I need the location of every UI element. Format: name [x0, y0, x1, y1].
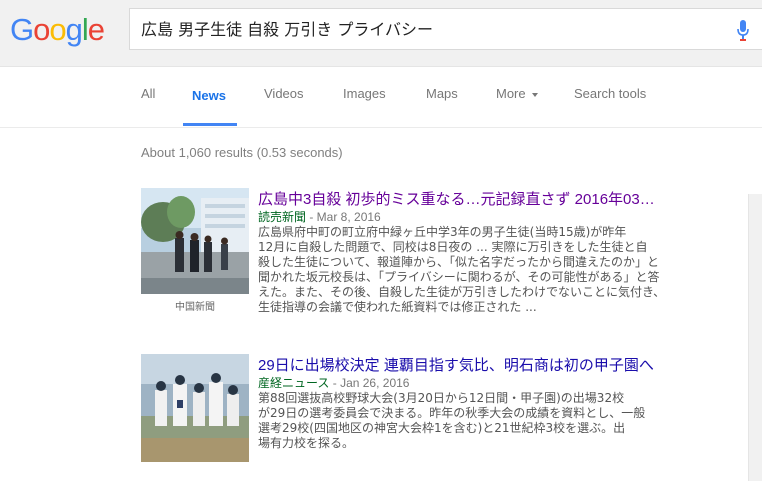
tab-more-label: More: [496, 86, 526, 101]
result-date: - Jan 26, 2016: [329, 376, 410, 390]
result-date: - Mar 8, 2016: [306, 210, 381, 224]
result-thumbnail[interactable]: [141, 354, 249, 462]
caret-down-icon: [531, 92, 538, 97]
thumbnail-image: [141, 354, 249, 462]
source-name: 読売新聞: [258, 210, 307, 224]
tab-images[interactable]: Images: [343, 86, 386, 101]
thumbnail-caption: 中国新聞: [175, 302, 215, 313]
result-snippet: 第88回選抜高校野球大会(3月20日から12日間・甲子園)の出場32校 が29日…: [258, 391, 646, 450]
search-input[interactable]: 広島 男子生徒 自殺 万引き プライバシー: [129, 8, 762, 50]
active-tab-indicator: [183, 123, 237, 126]
tab-more[interactable]: More: [496, 86, 538, 101]
search-header: Google 広島 男子生徒 自殺 万引き プライバシー: [0, 0, 762, 67]
result-title-link[interactable]: 広島中3自殺 初歩的ミス重なる…元記録直さず 2016年03…: [258, 188, 655, 209]
tab-videos[interactable]: Videos: [264, 86, 304, 101]
logo-letter: e: [87, 12, 105, 47]
tab-all[interactable]: All: [141, 86, 155, 101]
tab-search-tools[interactable]: Search tools: [574, 86, 646, 101]
logo-letter: o: [49, 12, 66, 47]
thumbnail-image: [141, 188, 249, 294]
tab-news[interactable]: News: [192, 88, 226, 103]
result-snippet: 広島県府中町の町立府中緑ヶ丘中学3年の男子生徒(当時15歳)が昨年 12月に自殺…: [258, 225, 666, 314]
scrollbar[interactable]: [748, 194, 762, 481]
microphone-icon[interactable]: [736, 20, 750, 42]
result-title-link[interactable]: 29日に出場校決定 連覇目指す気比、明石商は初の甲子園へ: [258, 354, 654, 375]
logo-letter: o: [33, 12, 50, 47]
search-query[interactable]: 広島 男子生徒 自殺 万引き プライバシー: [141, 9, 433, 51]
tab-maps[interactable]: Maps: [426, 86, 458, 101]
result-source: 読売新聞 - Mar 8, 2016: [258, 208, 381, 225]
result-source: 産経ニュース - Jan 26, 2016: [258, 374, 409, 391]
logo-letter: g: [65, 12, 83, 47]
result-thumbnail[interactable]: 中国新聞: [141, 188, 249, 313]
result-stats: About 1,060 results (0.53 seconds): [141, 145, 343, 160]
google-logo[interactable]: Google: [10, 12, 105, 48]
source-name: 産経ニュース: [258, 376, 330, 390]
search-tabs: All News Videos Images Maps More Search …: [0, 67, 762, 128]
logo-letter: G: [10, 12, 34, 47]
